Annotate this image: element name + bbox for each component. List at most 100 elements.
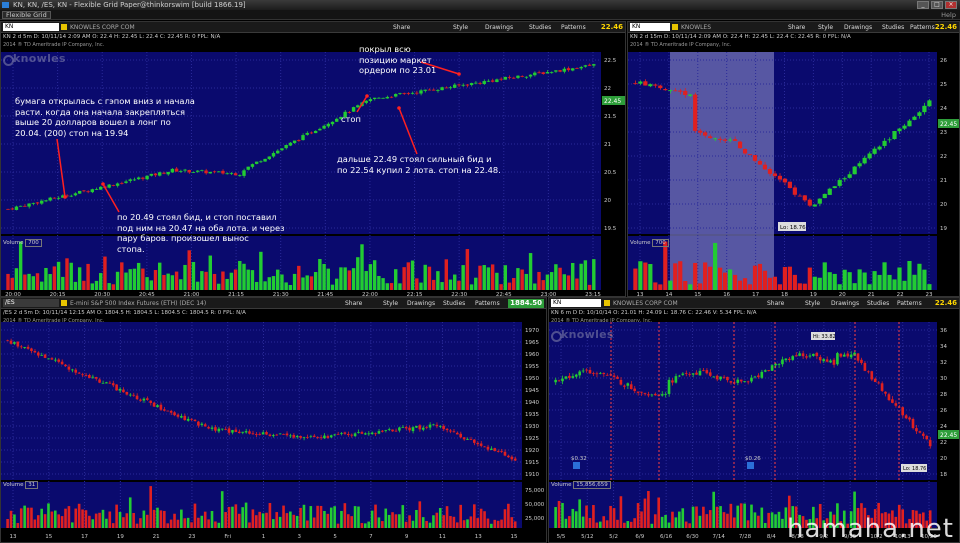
candle-body [145, 175, 149, 180]
candle-body [723, 139, 728, 141]
volume-bar [902, 280, 907, 290]
volume-bar [877, 274, 882, 290]
annotation-arrowhead [365, 94, 369, 98]
candle-body [43, 354, 47, 358]
candle-body [495, 79, 499, 83]
volume-bar [479, 508, 483, 528]
x-tick-label: 8/4 [767, 534, 776, 540]
candle-body [176, 414, 180, 417]
candle-body [309, 132, 314, 134]
volume-bar [353, 506, 357, 528]
volume-label: Volume 31 [3, 481, 39, 489]
candle-body [419, 90, 423, 94]
volume-bar [453, 274, 457, 290]
volume-bar [892, 279, 897, 290]
candle-body [381, 430, 384, 432]
volume-bar [427, 266, 432, 290]
y-tick-label: 19 [940, 226, 947, 232]
volume-bar [227, 506, 231, 528]
volume-bar [289, 511, 292, 528]
volume-bar [469, 284, 474, 290]
volume-bar [609, 505, 612, 528]
volume-bar [440, 282, 444, 290]
y-tick-label: 30 [940, 376, 947, 382]
volume-bar [190, 522, 193, 528]
candle-body [490, 448, 493, 450]
volume-bar [684, 521, 688, 528]
volume-bar [61, 276, 65, 290]
volume-bar [166, 273, 170, 290]
candle-body [545, 72, 550, 74]
candle-body [448, 87, 453, 89]
volume-bar [19, 508, 23, 528]
candle-body [220, 428, 224, 430]
candle-body [797, 195, 802, 197]
candle-body [364, 433, 367, 435]
candle-body [74, 369, 78, 373]
candle-body [125, 391, 129, 395]
candle-body [767, 370, 770, 371]
tab-flexible-grid[interactable]: Flexible Grid [2, 11, 51, 19]
price-chart[interactable]: 1970196519601955195019451940193519301925… [1, 298, 547, 543]
volume-bar [297, 265, 301, 290]
price-chart[interactable]: 22.52221.52120.52019.520:00 20:15 20:30 20:… [1, 22, 626, 297]
candle-body [836, 353, 839, 365]
close-button[interactable]: × [945, 1, 957, 9]
candle-body [633, 388, 636, 391]
x-tick-label: 23 [188, 534, 195, 540]
candle-body [163, 409, 166, 411]
candle-body [50, 358, 54, 360]
candle-body [67, 366, 71, 370]
volume-bar [302, 504, 306, 528]
annotation-cover: покрыл всю позицию маркет ордером по 23.… [359, 44, 437, 75]
candle-body [428, 424, 432, 428]
volume-bar [26, 507, 30, 528]
y-tick-label: 1940 [525, 400, 539, 406]
minimize-button[interactable]: _ [917, 1, 929, 9]
volume-bar [787, 266, 792, 290]
volume-label: Volume 700 [3, 239, 42, 247]
candle-body [784, 358, 788, 361]
x-tick-label: 6/16 [660, 534, 673, 540]
volume-bar [663, 241, 668, 290]
volume-bar [455, 522, 459, 528]
volume-bar [208, 255, 212, 290]
candle-body [357, 431, 360, 433]
volume-bar [88, 515, 91, 528]
maximize-button[interactable]: □ [931, 1, 943, 9]
candle-body [142, 398, 146, 401]
price-chart[interactable]: 262524232221201913 14 15 16 17 18 19 20 21 22 2322… [628, 22, 960, 297]
volume-bar [111, 284, 116, 290]
volume-bar [872, 271, 877, 290]
y-tick-label: 21.5 [604, 114, 617, 120]
y-tick-label: 22 [940, 154, 947, 160]
candle-body [915, 428, 918, 432]
y-tick-label: 25 [940, 82, 947, 88]
volume-label: Volume 15,856,659 [551, 481, 611, 489]
candle-body [115, 384, 118, 391]
candle-body [792, 187, 797, 195]
candle-body [732, 139, 738, 141]
volume-bar [282, 505, 285, 528]
candle-body [737, 141, 743, 149]
candle-body [908, 417, 911, 420]
candle-body [695, 372, 698, 375]
candle-body [141, 177, 145, 179]
price-area [1, 322, 522, 480]
volume-bar [482, 265, 486, 290]
candle-body [319, 437, 323, 439]
candle-body [31, 202, 35, 204]
candle-body [767, 169, 773, 174]
annotation-arrowhead [101, 182, 105, 186]
candle-body [619, 379, 623, 385]
candle-body [44, 200, 48, 202]
volume-bar [408, 515, 411, 528]
volume-bar [667, 522, 671, 528]
help-menu[interactable]: Help [941, 10, 956, 20]
volume-bar [495, 272, 499, 290]
volume-bar [695, 506, 698, 528]
candle-body [791, 356, 795, 360]
candle-body [461, 84, 465, 86]
volume-bar [715, 506, 719, 528]
y-tick-label: 34 [940, 344, 947, 350]
